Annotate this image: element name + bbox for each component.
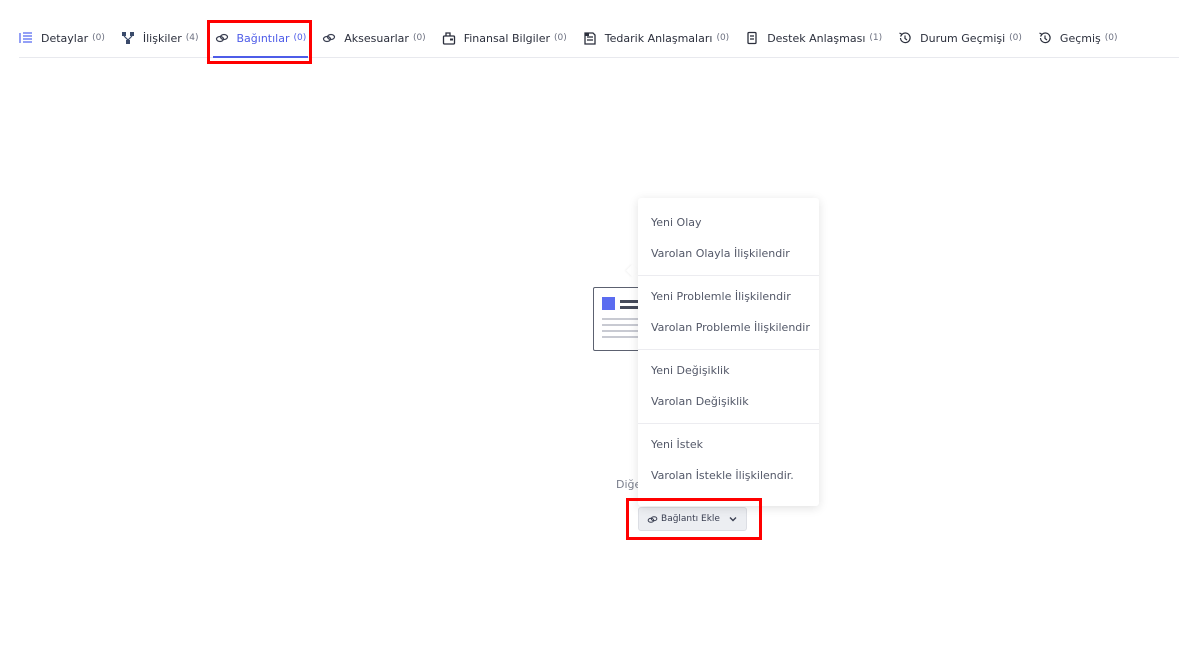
menu-item-link-existing-problem[interactable]: Varolan Problemle İlişkilendir [638,312,819,343]
tab-label: Bağıntılar [236,31,290,45]
link-icon [215,31,229,45]
illustration-line [602,318,640,320]
tab-aksesuarlar[interactable]: Aksesuarlar (0) [322,28,426,48]
tab-label: Detaylar [41,31,89,45]
history-icon [898,31,912,45]
tab-label: Tedarik Anlaşmaları [604,31,713,45]
tab-count: (0) [412,33,426,43]
chevron-down-icon [728,514,738,524]
tab-label: Finansal Bilgiler [463,31,551,45]
menu-group-problem: Yeni Problemle İlişkilendir Varolan Prob… [638,276,819,350]
illustration-line [602,324,640,326]
illustration-line [620,300,640,303]
tab-count: (0) [1104,33,1118,43]
menu-item-new-change[interactable]: Yeni Değişiklik [638,355,819,386]
tab-iliskiler[interactable]: İlişkiler (4) [121,28,199,48]
tab-label: İlişkiler [142,31,182,45]
illustration-line [602,336,640,338]
menu-group-request: Yeni İstek Varolan İstekle İlişkilendir. [638,424,819,497]
tab-label: Durum Geçmişi [920,31,1006,45]
menu-item-link-new-problem[interactable]: Yeni Problemle İlişkilendir [638,281,819,312]
file-icon [745,31,759,45]
tab-label: Geçmiş [1059,31,1101,45]
tab-count: (0) [554,33,567,43]
tab-finansal-bilgiler[interactable]: Finansal Bilgiler (0) [442,28,567,48]
wallet-icon [442,31,456,45]
add-link-button[interactable]: Bağlantı Ekle [638,507,747,531]
tab-count: (0) [293,33,307,43]
menu-group-change: Yeni Değişiklik Varolan Değişiklik [638,350,819,424]
illustration-line [620,306,640,309]
illustration-square [602,297,615,310]
history-icon [1038,31,1052,45]
hierarchy-icon [121,31,135,45]
tab-durum-gecmisi[interactable]: Durum Geçmişi (0) [898,28,1022,48]
tab-gecmis[interactable]: Geçmiş (0) [1038,28,1118,48]
tab-count: (0) [1009,33,1022,43]
menu-item-link-existing-incident[interactable]: Varolan Olayla İlişkilendir [638,238,819,269]
menu-group-incident: Yeni Olay Varolan Olayla İlişkilendir [638,198,819,276]
tab-detaylar[interactable]: Detaylar (0) [19,28,105,48]
tab-count: (0) [716,33,730,43]
tab-destek-anlasmasi[interactable]: Destek Anlaşması (1) [745,28,882,48]
document-icon [583,31,597,45]
add-link-label: Bağlantı Ekle [661,514,720,524]
tab-tedarik-anlasmalari[interactable]: Tedarik Anlaşmaları (0) [583,28,729,48]
menu-item-existing-change[interactable]: Varolan Değişiklik [638,386,819,417]
menu-item-new-incident[interactable]: Yeni Olay [638,207,819,238]
list-icon [19,31,33,45]
link-icon [322,31,336,45]
tab-label: Aksesuarlar [344,31,409,45]
tab-bagintilar[interactable]: Bağıntılar (0) [212,28,308,58]
add-link-dropdown-menu: Yeni Olay Varolan Olayla İlişkilendir Ye… [638,198,819,506]
tab-bar: Detaylar (0) İlişkiler (4) Bağıntılar (0… [19,28,1179,58]
menu-caret [626,264,639,277]
menu-item-new-request[interactable]: Yeni İstek [638,429,819,460]
illustration-line [602,330,640,332]
menu-item-link-existing-request[interactable]: Varolan İstekle İlişkilendir. [638,460,819,491]
tab-count: (1) [869,33,883,43]
tab-label: Destek Anlaşması [767,31,866,45]
tab-count: (4) [185,33,199,43]
link-icon [647,514,658,525]
tab-count: (0) [92,33,105,43]
